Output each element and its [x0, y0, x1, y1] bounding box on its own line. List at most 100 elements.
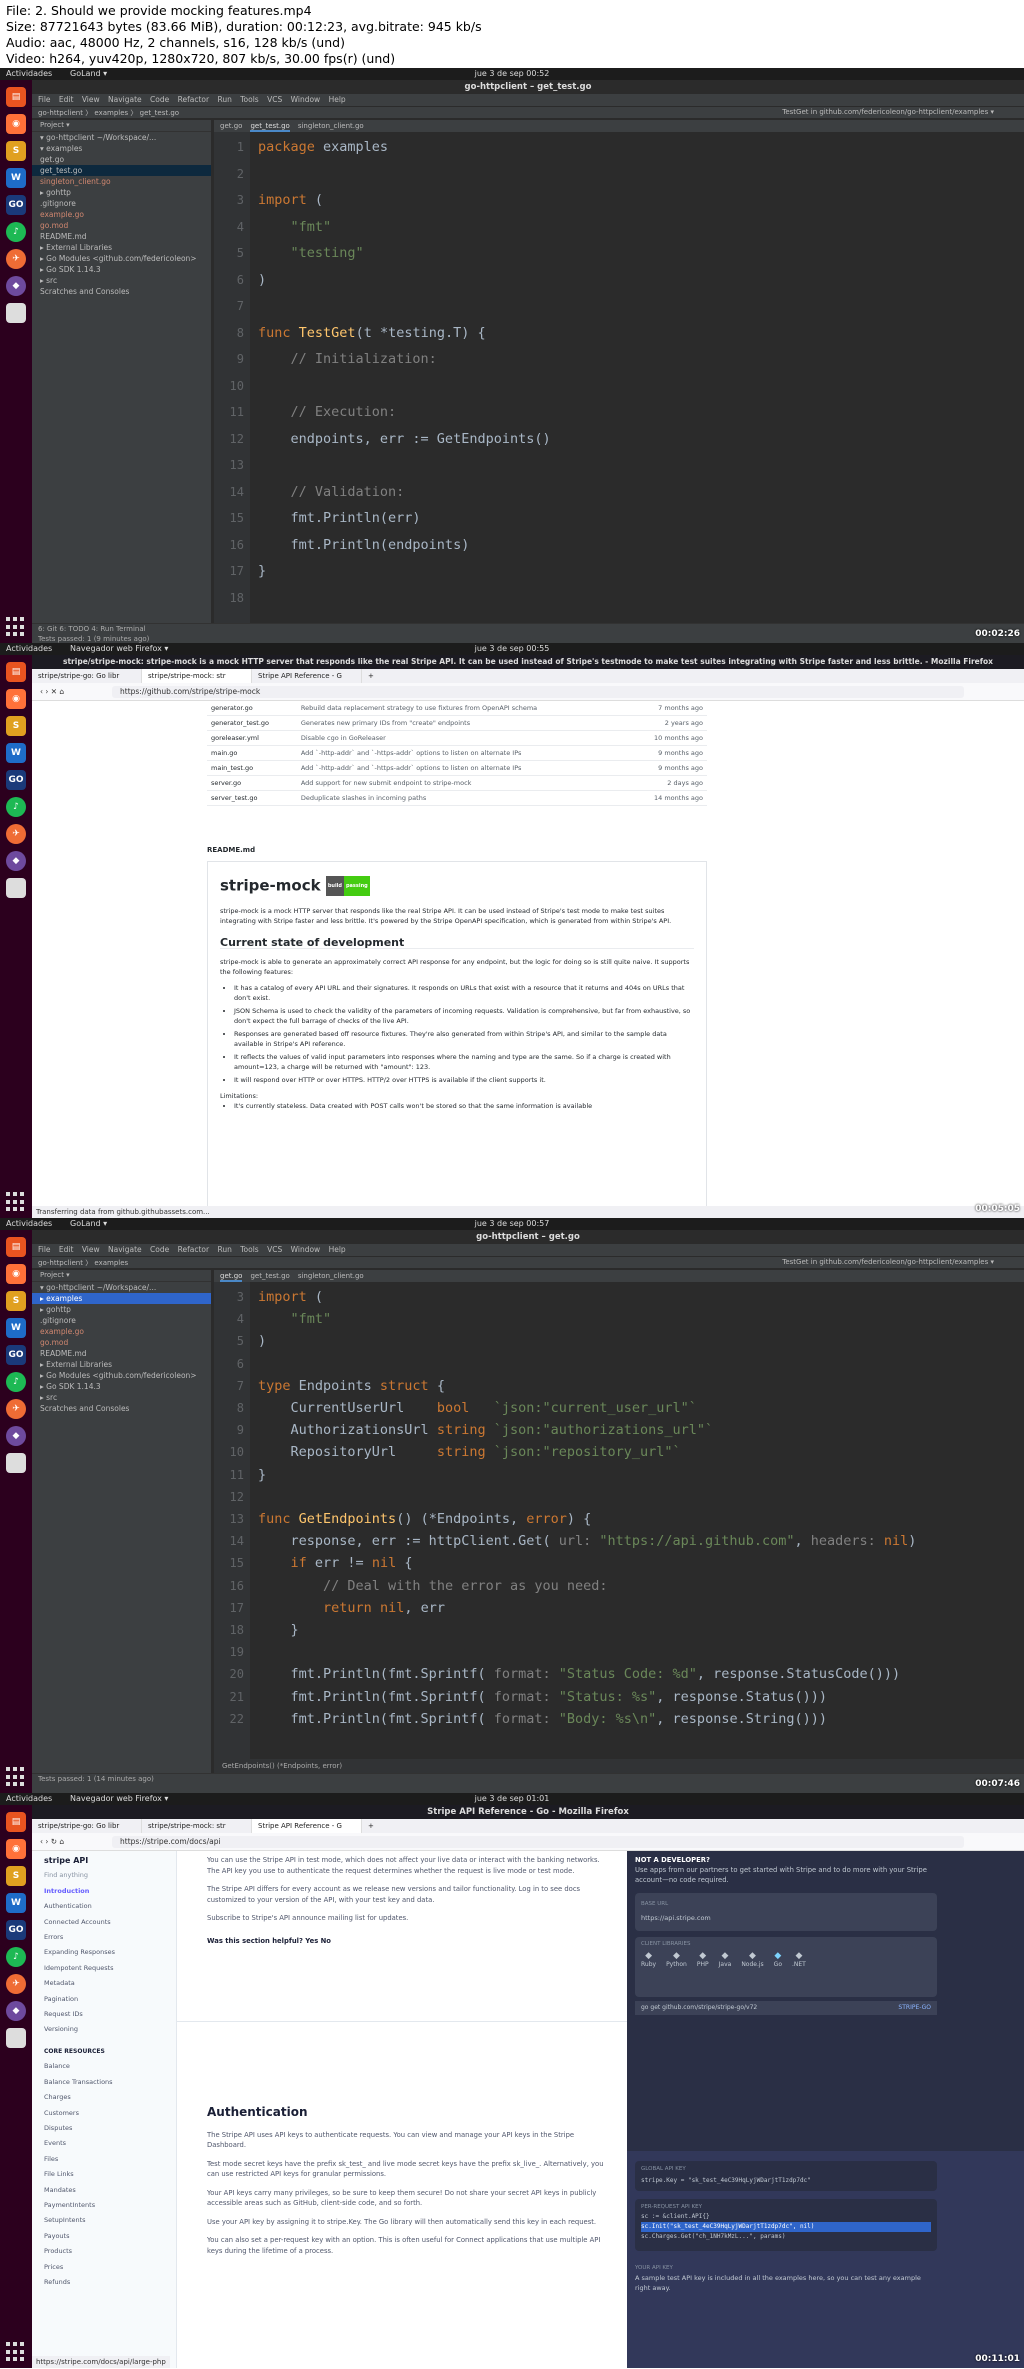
sidebar-item[interactable]: Errors — [44, 1930, 176, 1945]
tree-item[interactable]: ▸ src — [32, 1392, 211, 1403]
tree-item[interactable]: Scratches and Consoles — [32, 1403, 211, 1414]
browser-tab[interactable]: stripe/stripe-mock: str — [142, 1819, 252, 1833]
spotify-icon[interactable]: ♪ — [6, 1372, 26, 1392]
sidebar-item[interactable]: Customers — [44, 2106, 176, 2121]
tree-item[interactable]: ▾ go-httpclient ~/Workspace/... — [32, 1282, 211, 1293]
file-name[interactable]: main.go — [207, 745, 297, 761]
table-row[interactable]: main_test.go Add `-http-addr` and `-https… — [207, 760, 707, 776]
sidebar-item[interactable]: Refunds — [44, 2275, 176, 2290]
library-option[interactable]: ◆ Java — [719, 1951, 732, 1968]
search-input[interactable]: Find anything — [44, 1868, 176, 1883]
stripe-logo[interactable]: stripe API — [44, 1853, 176, 1868]
browser-tab[interactable]: stripe/stripe-go: Go libr — [32, 669, 142, 683]
file-name[interactable]: generator.go — [207, 701, 297, 716]
tab-get-go[interactable]: get.go — [220, 1270, 243, 1282]
tree-item[interactable]: ▾ go-httpclient ~/Workspace/... — [32, 132, 211, 143]
code-line[interactable]: sc.Charges.Get("ch_1NH7kMzL...", params) — [641, 2232, 931, 2242]
url-bar[interactable]: https://github.com/stripe/stripe-mock — [112, 686, 964, 698]
library-option[interactable]: ◆ PHP — [697, 1951, 709, 1968]
trash-icon[interactable] — [6, 878, 26, 898]
library-option[interactable]: ◆ Node.js — [741, 1951, 763, 1968]
sidebar-item[interactable]: Disputes — [44, 2121, 176, 2136]
tree-item[interactable]: ▸ External Libraries — [32, 242, 211, 253]
sidebar-item[interactable]: Connected Accounts — [44, 1915, 176, 1930]
webstorm-icon[interactable]: W — [6, 1893, 26, 1913]
tree-item[interactable]: ▸ gohttp — [32, 187, 211, 198]
project-panel-header[interactable]: Project ▾ — [32, 1270, 211, 1282]
tree-item[interactable]: ▸ Go SDK 1.14.3 — [32, 264, 211, 275]
file-name[interactable]: generator_test.go — [207, 715, 297, 731]
project-panel-header[interactable]: Project ▾ — [32, 120, 211, 132]
browser-tab-active[interactable]: Stripe API Reference - G — [252, 1819, 362, 1833]
tree-item[interactable]: ▸ src — [32, 275, 211, 286]
apps-grid-icon[interactable] — [6, 1192, 26, 1212]
sublime-icon[interactable]: S — [6, 1866, 26, 1886]
table-row[interactable]: generator.go Rebuild data replacement str… — [207, 701, 707, 716]
sublime-icon[interactable]: S — [6, 1291, 26, 1311]
clock[interactable]: jue 3 de sep 00:52 — [0, 68, 1024, 80]
sidebar-item[interactable]: Payouts — [44, 2229, 176, 2244]
tree-item[interactable]: .gitignore — [32, 1315, 211, 1326]
nav-buttons-icon[interactable]: ‹ › ✕ ⌂ — [40, 683, 64, 701]
firefox-icon[interactable]: ◉ — [6, 114, 26, 134]
code-text[interactable]: import ( "fmt" ) type Endpoints struct {… — [258, 1282, 1024, 1759]
tree-item[interactable]: README.md — [32, 1348, 211, 1359]
table-row[interactable]: server.go Add support for new submit endp… — [207, 775, 707, 791]
trash-icon[interactable] — [6, 303, 26, 323]
tab-singleton-client-go[interactable]: singleton_client.go — [298, 120, 364, 132]
postman-icon[interactable]: ✈ — [6, 824, 26, 844]
tab-get-go[interactable]: get.go — [220, 120, 242, 132]
sidebar-item[interactable]: PaymentIntents — [44, 2198, 176, 2213]
table-row[interactable]: server_test.go Deduplicate slashes in inc… — [207, 790, 707, 806]
file-name[interactable]: server.go — [207, 775, 297, 791]
tree-item[interactable]: Scratches and Consoles — [32, 286, 211, 297]
spotify-icon[interactable]: ♪ — [6, 1947, 26, 1967]
url-bar[interactable]: https://stripe.com/docs/api — [112, 1836, 964, 1848]
tree-item[interactable]: singleton_client.go — [32, 176, 211, 187]
apps-grid-icon[interactable] — [6, 1767, 26, 1787]
files-icon[interactable]: ▤ — [6, 87, 26, 107]
browser-tab[interactable]: Stripe API Reference - G — [252, 669, 362, 683]
library-option[interactable]: ◆ .NET — [792, 1951, 806, 1968]
webstorm-icon[interactable]: W — [6, 1318, 26, 1338]
sidebar-item[interactable]: Authentication — [44, 1899, 176, 1914]
menu-bar[interactable]: File Edit View Navigate Code Refactor Ru… — [32, 94, 1024, 106]
run-config-selector[interactable]: TestGet in github.com/federicoleon/go-ht… — [782, 1256, 994, 1268]
sidebar-item[interactable]: Expanding Responses — [44, 1945, 176, 1960]
tree-item-selected[interactable]: ▸ examples — [32, 1293, 211, 1304]
global-key-code[interactable]: stripe.Key = "sk_test_4eC39HqLyjWDarjtT1… — [641, 2175, 931, 2186]
table-row[interactable]: goreleaser.yml Disable cgo in GoReleaser 1… — [207, 730, 707, 746]
commit-message[interactable]: Add support for new submit endpoint to s… — [296, 775, 630, 791]
table-row[interactable]: generator_test.go Generates new primary I… — [207, 715, 707, 731]
library-option[interactable]: ◆ Python — [666, 1951, 687, 1968]
tree-item[interactable]: ▸ Go Modules <github.com/federicoleon> — [32, 1370, 211, 1381]
table-row[interactable]: main.go Add `-http-addr` and `-https-addr… — [207, 745, 707, 761]
new-tab-icon[interactable]: + — [362, 1819, 380, 1833]
code-editor[interactable]: get.go get_test.go singleton_client.go 3… — [214, 1270, 1024, 1773]
browser-tab-active[interactable]: stripe/stripe-mock: str — [142, 669, 252, 683]
stripe-go-link[interactable]: STRIPE-GO — [898, 2001, 931, 2015]
build-badge[interactable]: build — [325, 876, 344, 896]
tree-item[interactable]: ▸ Go SDK 1.14.3 — [32, 1381, 211, 1392]
github-icon[interactable]: ◆ — [6, 276, 26, 296]
tree-item-selected[interactable]: get_test.go — [32, 165, 211, 176]
tree-item[interactable]: go.mod — [32, 1337, 211, 1348]
commit-message[interactable]: Deduplicate slashes in incoming paths — [296, 790, 630, 806]
sidebar-item[interactable]: Charges — [44, 2090, 176, 2105]
tab-get-test-go[interactable]: get_test.go — [250, 120, 290, 132]
run-config-selector[interactable]: TestGet in github.com/federicoleon/go-ht… — [782, 106, 994, 118]
code-editor[interactable]: get.go get_test.go singleton_client.go 1… — [214, 120, 1024, 623]
tree-item[interactable]: ▸ External Libraries — [32, 1359, 211, 1370]
passing-badge[interactable]: passing — [343, 876, 370, 896]
files-icon[interactable]: ▤ — [6, 662, 26, 682]
sidebar-item[interactable]: Idempotent Requests — [44, 1961, 176, 1976]
tab-get-test-go[interactable]: get_test.go — [250, 1270, 289, 1282]
library-option[interactable]: ◆ Go — [774, 1951, 782, 1968]
tree-item[interactable]: example.go — [32, 1326, 211, 1337]
github-icon[interactable]: ◆ — [6, 2001, 26, 2021]
commit-message[interactable]: Disable cgo in GoReleaser — [296, 730, 630, 746]
sidebar-item[interactable]: SetupIntents — [44, 2213, 176, 2228]
clock[interactable]: jue 3 de sep 00:57 — [0, 1218, 1024, 1230]
tree-item[interactable]: ▾ examples — [32, 143, 211, 154]
code-text[interactable]: package examples import ( "fmt" "testing… — [258, 132, 1024, 623]
